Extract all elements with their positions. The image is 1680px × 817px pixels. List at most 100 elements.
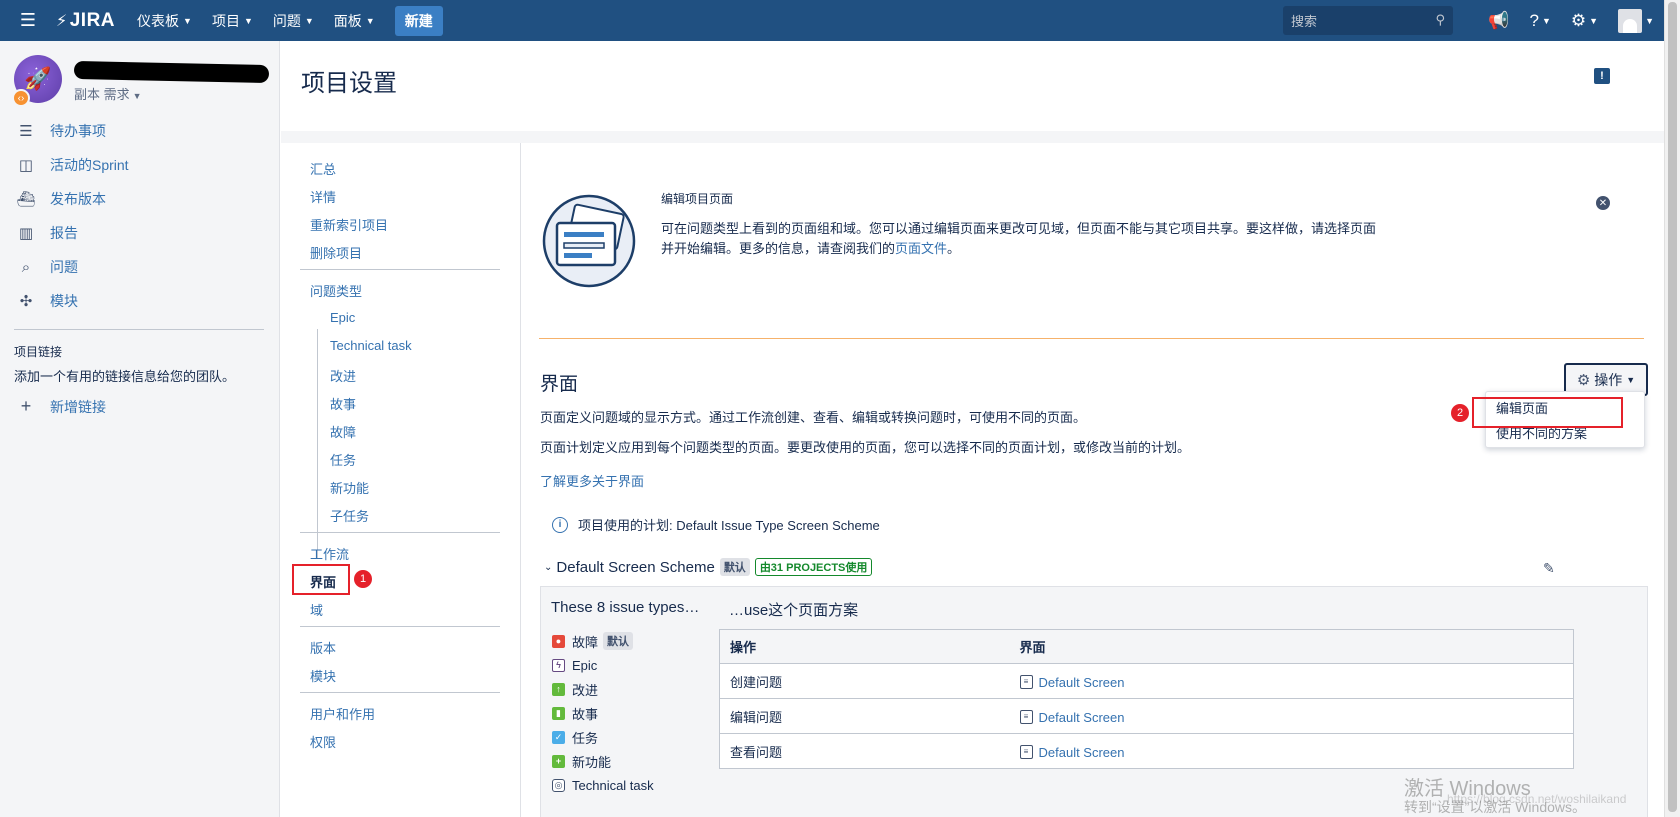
settings-nav-issue-type-new-feature[interactable]: 新功能: [330, 478, 369, 497]
add-link-button[interactable]: + 新增链接: [16, 396, 106, 417]
settings-nav-permissions[interactable]: 权限: [310, 732, 336, 751]
scrollbar-thumb[interactable]: [1668, 2, 1677, 812]
settings-nav-issue-type-story[interactable]: 故事: [330, 394, 356, 413]
table-row: 创建问题 ≡ Default Screen: [719, 663, 1574, 699]
screen-link[interactable]: ≡ Default Screen: [1019, 710, 1125, 725]
settings-nav-issue-type-bug[interactable]: 故障: [330, 422, 356, 441]
screens-table: 操作 界面 创建问题 ≡ Default Screen 编辑问题 ≡ Default…: [719, 629, 1574, 769]
nav-boards[interactable]: 面板 ▼: [324, 0, 385, 41]
table-header-screen: 界面: [1009, 629, 1574, 664]
settings-nav-issue-type-epic[interactable]: Epic: [330, 310, 355, 325]
screen-link[interactable]: ≡ Default Screen: [1019, 745, 1125, 760]
page-title: 项目设置: [301, 70, 397, 97]
chevron-down-icon: ▼: [183, 15, 192, 26]
annotation-highlight-box: [292, 564, 350, 595]
sidebar-item-releases[interactable]: ⛴ 发布版本: [0, 182, 280, 216]
screens-description-1: 页面定义问题域的显示方式。通过工作流创建、查看、编辑或转换问题时，可使用不同的页…: [540, 410, 1087, 425]
nav-projects[interactable]: 项目 ▼: [202, 0, 263, 41]
project-links-heading: 项目链接: [14, 345, 63, 359]
info-panel-divider: [539, 338, 1644, 339]
annotation-highlight-box: [1472, 397, 1623, 428]
settings-gear-icon[interactable]: ⚙ ▼: [1561, 11, 1608, 31]
screen-document-icon: ≡: [1019, 675, 1033, 690]
table-cell-operation: 创建问题: [719, 663, 1010, 699]
issue-types-tree-line: [317, 329, 318, 559]
settings-nav-users-roles[interactable]: 用户和作用: [310, 704, 375, 723]
table-header-row: 操作 界面: [719, 629, 1574, 664]
settings-nav-details[interactable]: 详情: [310, 187, 336, 206]
edit-pencil-icon[interactable]: ✎: [1543, 560, 1555, 577]
list-item: ● 故障 默认: [552, 629, 654, 653]
settings-nav-issue-type-task[interactable]: 任务: [330, 450, 356, 469]
settings-nav-summary[interactable]: 汇总: [310, 159, 336, 178]
jira-logo[interactable]: ⚡ JIRA: [56, 10, 115, 32]
annotation-step-badge: 1: [354, 570, 372, 588]
info-icon: i: [552, 516, 568, 533]
table-cell-operation: 编辑问题: [719, 698, 1010, 734]
nav-dashboards[interactable]: 仪表板 ▼: [127, 0, 202, 41]
windows-activation-watermark-sub: 转到“设置”以激活 Windows。: [1404, 799, 1587, 815]
user-profile-menu[interactable]: ▼: [1608, 8, 1664, 33]
scheme-usage-heading: …use这个页面方案: [729, 602, 859, 619]
chevron-down-icon: ▼: [1626, 374, 1636, 385]
table-header-operation: 操作: [719, 629, 1010, 664]
list-item: ✓ 任务: [552, 725, 654, 749]
sidebar-item-active-sprint[interactable]: ◫ 活动的Sprint: [0, 148, 280, 182]
list-item: ↑ 改进: [552, 677, 654, 701]
page-scrollbar[interactable]: [1664, 0, 1680, 817]
current-scheme-info: i 项目使用的计划: Default Issue Type Screen Sche…: [552, 515, 880, 534]
edit-screens-illustration-icon: [542, 194, 636, 288]
close-icon[interactable]: ✕: [1596, 196, 1610, 210]
app-switcher-icon[interactable]: ☰: [8, 0, 48, 41]
table-cell-screen: ≡ Default Screen: [1009, 698, 1574, 734]
settings-nav-issue-types[interactable]: 问题类型: [310, 281, 362, 300]
sidebar-item-backlog[interactable]: ☰ 待办事项: [0, 114, 280, 148]
settings-nav-issue-type-technical-task[interactable]: Technical task: [330, 338, 412, 353]
settings-nav-delete-project[interactable]: 删除项目: [310, 243, 362, 262]
settings-nav-reindex[interactable]: 重新索引项目: [310, 215, 388, 234]
table-row: 查看问题 ≡ Default Screen: [719, 733, 1574, 769]
announcement-icon[interactable]: 📢: [1478, 11, 1519, 31]
feedback-icon[interactable]: !: [1594, 68, 1610, 84]
bar-chart-icon: ▥: [18, 225, 34, 242]
settings-nav-issue-type-subtask[interactable]: 子任务: [330, 506, 369, 525]
project-board-switcher[interactable]: 副本 需求 ▼: [74, 84, 142, 103]
table-cell-screen: ≡ Default Screen: [1009, 663, 1574, 699]
screen-link[interactable]: ≡ Default Screen: [1019, 675, 1125, 690]
screens-section-title: 界面: [540, 374, 579, 395]
chevron-down-icon: ▼: [1589, 15, 1599, 26]
screen-document-icon: ≡: [1019, 745, 1033, 760]
settings-nav-divider: [300, 532, 500, 533]
search-input[interactable]: 搜索 ⚲: [1283, 6, 1453, 35]
improvement-icon: ↑: [552, 682, 565, 696]
chevron-down-icon: ▼: [304, 15, 314, 26]
screens-docs-link[interactable]: 页面文件: [895, 241, 947, 256]
settings-nav-issue-type-improvement[interactable]: 改进: [330, 366, 356, 385]
projects-usage-lozenge[interactable]: 由31 PROJECTS使用: [754, 558, 873, 576]
chevron-down-icon: ▼: [365, 15, 375, 26]
learn-more-link[interactable]: 了解更多关于界面: [540, 471, 644, 490]
chevron-down-icon: ▼: [243, 15, 253, 26]
nav-right-tools: 📢 ? ▼ ⚙ ▼ ▼: [1478, 0, 1664, 41]
issue-types-heading: These 8 issue types…: [551, 599, 700, 616]
create-button[interactable]: 新建: [394, 5, 443, 36]
sidebar-item-components[interactable]: ✣ 模块: [0, 284, 280, 318]
settings-nav-fields[interactable]: 域: [310, 600, 323, 619]
screen-scheme-header[interactable]: ⌄ Default Screen Scheme 默认 由31 PROJECTS使用: [544, 558, 873, 576]
gear-icon: ⚙: [1576, 371, 1591, 389]
nav-issues[interactable]: 问题 ▼: [263, 0, 324, 41]
sidebar-item-issues[interactable]: ⌕ 问题: [0, 250, 280, 284]
task-checkbox-icon: ✓: [552, 730, 565, 744]
sidebar-item-reports[interactable]: ▥ 报告: [0, 216, 280, 250]
settings-nav-divider: [300, 269, 500, 270]
settings-nav-workflows[interactable]: 工作流: [310, 544, 349, 563]
help-icon[interactable]: ? ▼: [1520, 11, 1561, 31]
backlog-icon: ☰: [19, 123, 33, 140]
settings-nav-components[interactable]: 模块: [310, 666, 336, 685]
redacted-project-name: [73, 60, 270, 84]
plus-icon: +: [20, 396, 32, 416]
list-item: ϟ Epic: [552, 653, 654, 677]
settings-nav-versions[interactable]: 版本: [310, 638, 336, 657]
page-header: 项目设置 !: [281, 41, 1664, 131]
project-settings-nav: 汇总 详情 重新索引项目 删除项目 问题类型 Epic Technical ta…: [281, 143, 521, 817]
